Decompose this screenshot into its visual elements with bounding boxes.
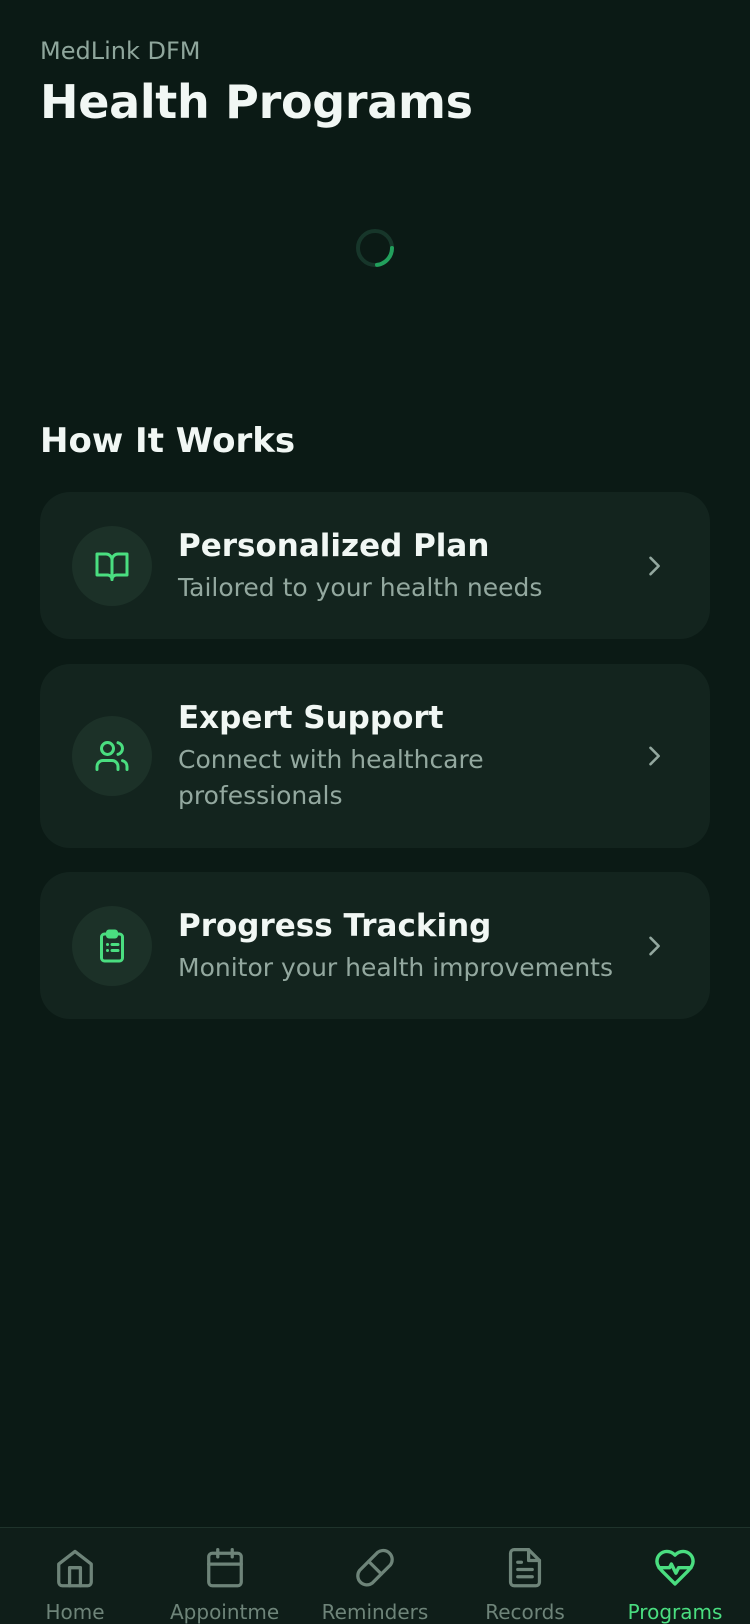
card-text: Progress Tracking Monitor your health im… <box>178 906 634 986</box>
tab-label: Reminders <box>321 1600 429 1624</box>
card-text: Personalized Plan Tailored to your healt… <box>178 526 634 606</box>
tab-appointments[interactable]: Appointments <box>150 1528 300 1624</box>
heart-pulse-icon <box>655 1549 695 1586</box>
calendar-icon <box>207 1547 243 1588</box>
card-description: Connect with healthcare professionals <box>178 745 484 810</box>
tab-label: Records <box>485 1600 565 1624</box>
book-open-icon <box>95 552 129 581</box>
app-name: MedLink DFM <box>40 37 201 65</box>
card-icon-wrapper <box>72 716 152 796</box>
card-icon-wrapper <box>72 905 152 986</box>
card-text: Expert Support Connect with healthcare p… <box>178 698 634 814</box>
chevron-right-icon <box>634 926 674 966</box>
card-description: Tailored to your health needs <box>178 572 543 602</box>
tab-programs[interactable]: Programs <box>600 1528 750 1624</box>
bottom-tab-bar: Home Appointments Reminders Records Prog… <box>0 1527 750 1624</box>
users-icon <box>95 741 129 771</box>
loading-spinner-icon <box>356 229 395 267</box>
home-icon <box>57 1549 93 1588</box>
card-expert-support[interactable]: Expert Support Connect with healthcare p… <box>40 664 710 848</box>
card-personalized-plan[interactable]: Personalized Plan Tailored to your healt… <box>40 492 710 639</box>
card-title: Progress Tracking <box>178 907 492 944</box>
card-progress-tracking[interactable]: Progress Tracking Monitor your health im… <box>40 872 710 1019</box>
tab-reminders[interactable]: Reminders <box>300 1528 450 1624</box>
card-title: Expert Support <box>178 700 444 736</box>
tab-home[interactable]: Home <box>0 1528 150 1624</box>
pill-icon <box>356 1548 394 1587</box>
tab-label: Appointments <box>170 1600 280 1624</box>
card-title: Personalized Plan <box>178 527 490 564</box>
tab-records[interactable]: Records <box>450 1528 600 1624</box>
document-icon <box>508 1547 542 1588</box>
section-title: How It Works <box>40 421 296 461</box>
chevron-right-icon <box>634 546 674 586</box>
card-description: Monitor your health improvements <box>178 952 613 982</box>
card-icon-wrapper <box>72 525 152 606</box>
chevron-right-icon <box>634 736 674 776</box>
tab-label: Home <box>45 1600 105 1624</box>
page-header: MedLink DFM Health Programs <box>40 34 710 132</box>
tab-label: Programs <box>627 1600 723 1624</box>
page-title: Health Programs <box>40 75 473 129</box>
clipboard-list-icon <box>100 929 124 962</box>
